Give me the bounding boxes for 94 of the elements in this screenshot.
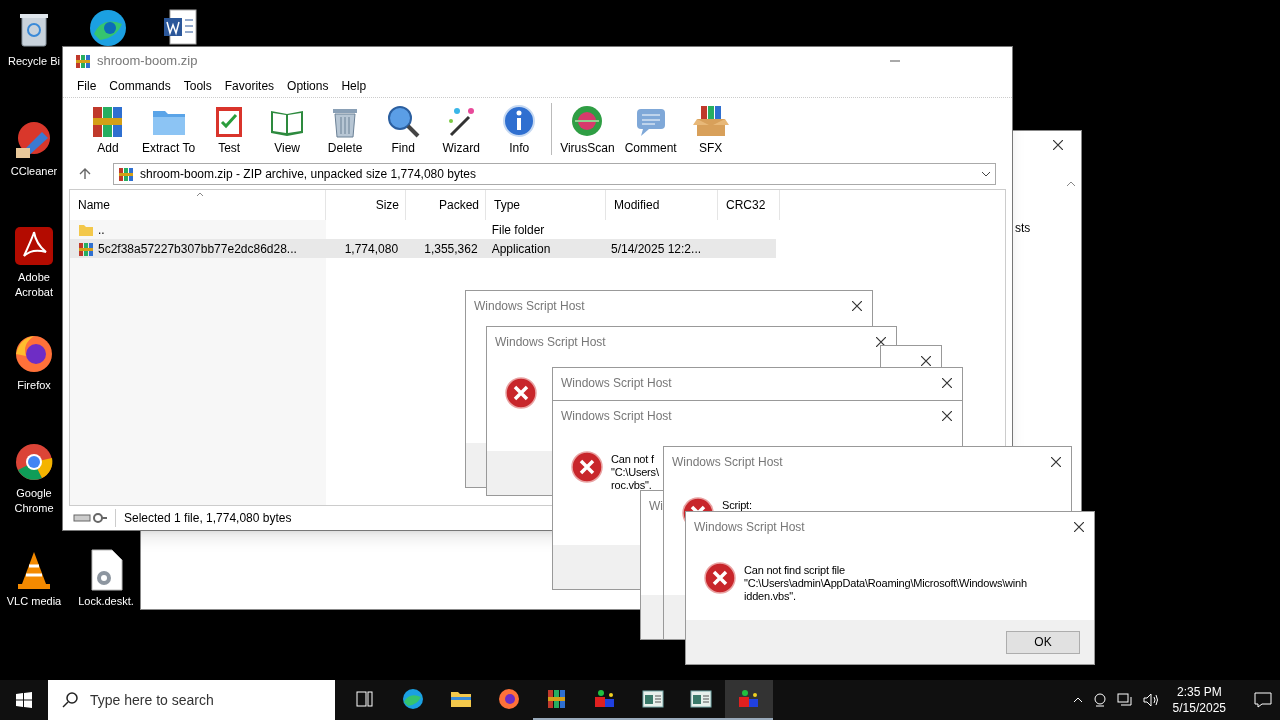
- toolbar-button[interactable]: Comment: [619, 103, 682, 159]
- file-row[interactable]: 5c2f38a57227b307bb77e2dc86d28... 1,774,080 1,355,362 Application 5/14/2025 12:2...: [70, 239, 776, 258]
- menu-item[interactable]: File: [77, 77, 97, 95]
- dialog-message: "C:\Users\admin\AppData\Roaming\Microsoft\Windows\winh: [744, 577, 1027, 590]
- close-icon: [1053, 140, 1063, 150]
- table-cell-text: File folder: [491, 221, 545, 239]
- toolbar-button[interactable]: Add: [79, 103, 137, 159]
- desktop-icon-label[interactable]: VLC media: [6, 594, 62, 609]
- clock-time[interactable]: 2:35 PM: [1176, 684, 1222, 700]
- drive-key-icon: [73, 512, 107, 524]
- desktop-icon-label[interactable]: Lock.deskt.: [78, 594, 134, 609]
- menu-item[interactable]: Tools: [183, 77, 212, 95]
- column-header[interactable]: Size: [326, 190, 406, 220]
- volume-icon: [1142, 693, 1159, 707]
- table-cell-text: ..: [98, 221, 105, 239]
- toolbar-button[interactable]: SFX: [681, 103, 740, 159]
- column-header[interactable]: Modified: [606, 190, 718, 220]
- window-text: sts: [1015, 220, 1031, 237]
- menu-item[interactable]: Options: [287, 77, 329, 95]
- archive-books-icon: [78, 240, 94, 257]
- close-icon: [942, 378, 952, 388]
- clock-date[interactable]: 5/15/2025: [1172, 700, 1226, 716]
- archive-books-icon: [75, 53, 91, 69]
- toolbar-button[interactable]: Test: [200, 103, 259, 159]
- menu-item[interactable]: Commands: [109, 77, 171, 95]
- browser-icon: [497, 687, 521, 711]
- info-icon: [501, 103, 538, 139]
- toolbar-button[interactable]: Find: [374, 103, 433, 159]
- toolbar-button[interactable]: Info: [490, 103, 549, 159]
- desktop-icon-label[interactable]: Adobe Acrobat: [6, 270, 62, 300]
- toolbar-button[interactable]: Wizard: [432, 103, 491, 159]
- windows-logo-icon: [16, 692, 32, 708]
- folder-icon: [78, 222, 94, 237]
- close-icon: [921, 356, 931, 366]
- table-cell-text: 1,774,080: [344, 240, 399, 258]
- close-icon: [852, 301, 862, 311]
- dialog-message: roc.vbs".: [611, 479, 653, 492]
- column-header[interactable]: Packed: [406, 190, 486, 220]
- scroll-up-icon: [1066, 181, 1076, 187]
- open-box-icon: [692, 103, 729, 139]
- webcam-icon: [1092, 693, 1107, 707]
- column-header[interactable]: CRC32: [718, 190, 780, 220]
- search-bar[interactable]: Type here to search: [48, 680, 335, 720]
- dialog-title: Wi: [649, 498, 663, 515]
- column-header[interactable]: Name: [70, 190, 326, 220]
- sort-caret-icon: [196, 192, 204, 197]
- dialog-title: Windows Script Host: [561, 375, 672, 392]
- dialog-message: Can not f: [611, 453, 655, 466]
- address-field[interactable]: shroom-boom.zip - ZIP archive, unpacked size 1,774,080 bytes: [113, 163, 996, 185]
- desktop-icon-label[interactable]: Google Chrome: [6, 486, 62, 516]
- window-title: shroom-boom.zip: [97, 52, 198, 71]
- dialog-message: "C:\Users\: [611, 466, 659, 479]
- close-icon: [1074, 522, 1084, 532]
- table-cell-text: 1,355,362: [424, 240, 478, 258]
- magnifier-icon: [385, 103, 422, 139]
- dialog-message: Can not find script file: [744, 564, 846, 577]
- file-row[interactable]: .. File folder: [70, 220, 776, 239]
- close-icon: [942, 411, 952, 421]
- menu-item[interactable]: Favorites: [224, 77, 275, 95]
- dropdown-caret-icon: [981, 171, 991, 177]
- menu-item[interactable]: Help: [341, 77, 367, 95]
- notification-icon: [1254, 692, 1272, 708]
- network-icon: [1116, 693, 1133, 707]
- table-cell-text: Application: [491, 240, 551, 258]
- table-cell-text: 5/14/2025 12:2...: [610, 240, 702, 258]
- toolbar-button[interactable]: Delete: [316, 103, 375, 159]
- dialog-title: Windows Script Host: [672, 454, 783, 471]
- dialog-title: Windows Script Host: [561, 408, 672, 425]
- desktop-icon-label[interactable]: Recycle Bi: [8, 54, 60, 69]
- toolbar-button[interactable]: Extract To: [137, 103, 201, 159]
- toolbar-button[interactable]: View: [258, 103, 317, 159]
- close-icon: [1051, 457, 1061, 467]
- search-field[interactable]: Type here to search: [90, 689, 335, 711]
- table-cell-text: 5c2f38a57227b307bb77e2dc86d28...: [98, 240, 297, 258]
- close-icon: [876, 337, 886, 347]
- archive-books-icon: [118, 166, 134, 182]
- desktop-icon-label[interactable]: CCleaner: [10, 164, 58, 179]
- chevron-up-icon: [1072, 697, 1083, 703]
- edge-icon: [401, 687, 425, 711]
- dialog-title: Windows Script Host: [474, 298, 585, 315]
- dialog-message: Script:: [722, 499, 752, 512]
- up-arrow-icon: [79, 168, 91, 180]
- column-header[interactable]: Type: [486, 190, 606, 220]
- dialog-title: Windows Script Host: [495, 334, 606, 351]
- ok-button[interactable]: OK: [1006, 630, 1080, 654]
- status-text: Selected 1 file, 1,774,080 bytes: [115, 509, 292, 527]
- desktop-icon-label[interactable]: Firefox: [17, 378, 51, 393]
- toolbar-button[interactable]: VirusScan: [555, 103, 620, 159]
- search-icon: [62, 692, 78, 708]
- window-icon: [641, 687, 665, 711]
- dialog-message: idden.vbs".: [744, 590, 797, 603]
- dialog-title: Windows Script Host: [694, 519, 805, 536]
- pdf-icon: [12, 224, 56, 268]
- window-icon: [689, 687, 713, 711]
